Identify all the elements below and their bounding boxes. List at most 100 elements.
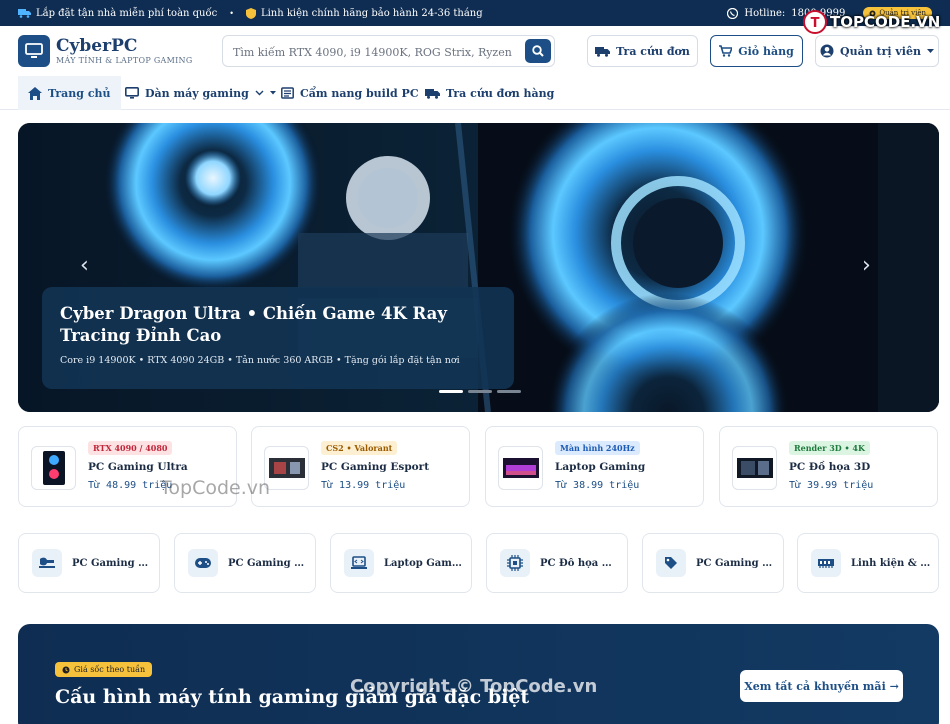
workstation-image xyxy=(736,458,773,478)
product-card-gaming-esport[interactable]: CS2 • Valorant PC Gaming Esport Từ 13.99… xyxy=(251,426,470,507)
category-card[interactable]: PC Gaming văn phòng xyxy=(642,533,784,593)
search-input[interactable] xyxy=(233,42,513,62)
carousel-dot[interactable] xyxy=(468,390,492,393)
product-thumbnail xyxy=(31,446,76,490)
truck-icon xyxy=(425,88,440,99)
site-header: CyberPC MÁY TÍNH & LAPTOP GAMING Tra cứu… xyxy=(0,26,950,76)
watermark-middle: TopCode.vn xyxy=(160,477,271,499)
product-tag: RTX 4090 / 4080 xyxy=(88,441,173,455)
product-thumbnail xyxy=(264,446,309,490)
shipping-notice: Lắp đặt tận nhà miễn phí toàn quốc xyxy=(18,8,217,19)
watermark-copyright: Copyright © TopCode.vn xyxy=(350,676,598,697)
category-label: PC Đồ họa & Render xyxy=(540,558,620,569)
carousel-indicators xyxy=(439,390,521,393)
nav-home-label: Trang chủ xyxy=(48,86,111,100)
product-name: Laptop Gaming xyxy=(555,461,646,473)
truck-icon xyxy=(18,9,31,18)
hero-subtitle: Core i9 14900K • RTX 4090 24GB • Tản nướ… xyxy=(60,355,460,366)
logo-icon[interactable] xyxy=(18,35,50,67)
product-card-laptop-gaming[interactable]: Màn hình 240Hz Laptop Gaming Từ 38.99 tr… xyxy=(485,426,704,507)
separator-dot: • xyxy=(229,8,234,18)
category-card[interactable]: Laptop Gaming xyxy=(330,533,472,593)
search-icon xyxy=(532,45,544,57)
logo-tagline: MÁY TÍNH & LAPTOP GAMING xyxy=(56,56,193,65)
nav-build-guide[interactable]: Cẩm nang build PC xyxy=(281,76,419,110)
warranty-notice: Linh kiện chính hãng bảo hành 24-36 thán… xyxy=(245,7,483,19)
shield-icon xyxy=(245,7,256,19)
product-card-graphics-3d[interactable]: Render 3D • 4K PC Đồ họa 3D Từ 39.99 tri… xyxy=(719,426,938,507)
monitor-icon xyxy=(125,87,139,99)
cart-label: Giỏ hàng xyxy=(738,44,794,58)
pc-case-image xyxy=(42,451,65,485)
account-menu-button[interactable]: Quản trị viên xyxy=(815,35,939,67)
product-price: Từ 39.99 triệu xyxy=(789,480,874,491)
product-tag: Màn hình 240Hz xyxy=(555,441,640,455)
category-card[interactable]: PC Gaming cao cấp xyxy=(18,533,160,593)
clock-icon xyxy=(62,666,70,673)
hero-next-arrow[interactable]: › xyxy=(862,253,871,278)
nav-order-lookup[interactable]: Tra cứu đơn hàng xyxy=(425,76,554,110)
search-box xyxy=(222,35,555,67)
track-order-button[interactable]: Tra cứu đơn xyxy=(587,35,698,67)
nav-home[interactable]: Trang chủ xyxy=(18,76,121,110)
product-price: Từ 38.99 triệu xyxy=(555,480,640,491)
nav-gaming-builds[interactable]: Dàn máy gaming xyxy=(125,76,276,110)
chip-icon xyxy=(500,549,530,577)
product-price: Từ 13.99 triệu xyxy=(321,480,406,491)
gamer-icon xyxy=(32,549,62,577)
laptop-icon xyxy=(344,549,374,577)
caret-down-icon xyxy=(927,48,934,53)
warranty-text: Linh kiện chính hãng bảo hành 24-36 thán… xyxy=(260,7,483,19)
ram-icon xyxy=(811,549,841,577)
product-name: PC Gaming Esport xyxy=(321,461,430,473)
shipping-text: Lắp đặt tận nhà miễn phí toàn quốc xyxy=(36,7,218,19)
product-thumbnail xyxy=(498,446,543,490)
product-name: PC Gaming Ultra xyxy=(88,461,188,473)
carousel-dot[interactable] xyxy=(497,390,521,393)
book-icon xyxy=(281,87,294,99)
cart-icon xyxy=(719,45,733,57)
category-label: PC Gaming cao cấp xyxy=(72,558,152,569)
category-label: Laptop Gaming xyxy=(384,558,464,569)
chevron-down-icon xyxy=(255,90,264,96)
main-navigation: Trang chủ Dàn máy gaming Cẩm nang build … xyxy=(0,76,950,110)
track-order-label: Tra cứu đơn xyxy=(616,44,690,58)
hero-caption: Cyber Dragon Ultra • Chiến Game 4K Ray T… xyxy=(42,287,514,389)
truck-icon xyxy=(595,46,611,57)
caret-down-icon xyxy=(269,91,276,95)
search-button[interactable] xyxy=(525,39,551,63)
category-card[interactable]: PC Gaming tầm trung xyxy=(174,533,316,593)
gamepad-icon xyxy=(188,549,218,577)
account-label: Quản trị viên xyxy=(840,44,921,58)
nav-build-guide-label: Cẩm nang build PC xyxy=(300,86,419,100)
nav-gaming-builds-label: Dàn máy gaming xyxy=(145,86,249,100)
view-all-deals-button[interactable]: Xem tất cả khuyến mãi → xyxy=(740,670,903,702)
hero-prev-arrow[interactable]: ‹ xyxy=(80,253,89,278)
nav-order-lookup-label: Tra cứu đơn hàng xyxy=(446,86,555,100)
phone-icon xyxy=(727,7,739,19)
product-tag: CS2 • Valorant xyxy=(321,441,398,455)
logo-name[interactable]: CyberPC xyxy=(56,36,137,56)
tag-icon xyxy=(656,549,686,577)
user-circle-icon xyxy=(820,44,834,58)
category-label: PC Gaming tầm trung xyxy=(228,558,308,569)
category-card[interactable]: Linh kiện & Phụ kiện xyxy=(797,533,939,593)
category-label: PC Gaming văn phòng xyxy=(696,558,776,569)
product-tag: Render 3D • 4K xyxy=(789,441,870,455)
monitor-logo-icon xyxy=(25,43,43,58)
product-thumbnail xyxy=(732,446,777,490)
hero-carousel[interactable]: ‹ › Cyber Dragon Ultra • Chiến Game 4K R… xyxy=(18,123,939,412)
promo-badge: Giá sốc theo tuần xyxy=(55,662,153,677)
hero-title: Cyber Dragon Ultra • Chiến Game 4K Ray T… xyxy=(60,304,447,345)
promo-badge-label: Giá sốc theo tuần xyxy=(74,665,146,674)
pc-setup-image xyxy=(268,458,305,478)
cart-button[interactable]: Giỏ hàng xyxy=(710,35,803,67)
product-name: PC Đồ họa 3D xyxy=(789,461,871,473)
weekly-deals-banner: Giá sốc theo tuần Cấu hình máy tính gami… xyxy=(18,624,939,724)
home-icon xyxy=(28,86,42,100)
carousel-dot[interactable] xyxy=(439,390,463,393)
hotline-label: Hotline: xyxy=(744,7,786,19)
laptop-image xyxy=(502,458,539,478)
category-label: Linh kiện & Phụ kiện xyxy=(851,558,931,569)
category-card[interactable]: PC Đồ họa & Render xyxy=(486,533,628,593)
